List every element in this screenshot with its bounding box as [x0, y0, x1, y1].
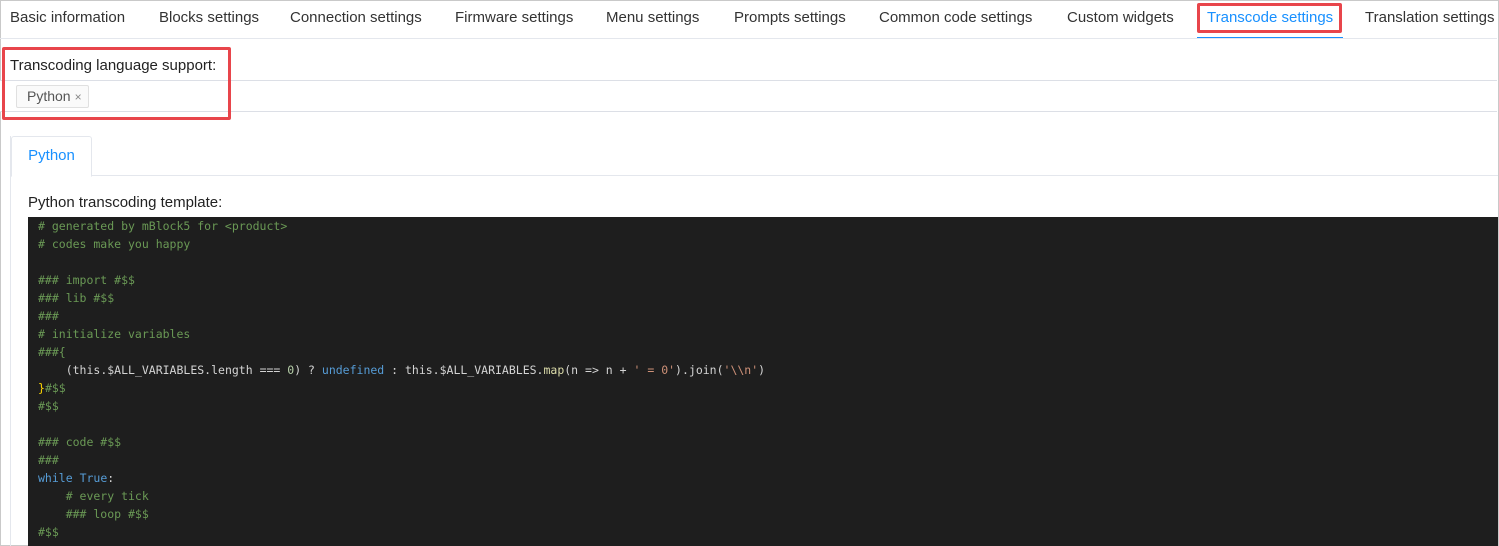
code-line-4: ### import #$$ [38, 273, 135, 287]
tab-menu-settings[interactable]: Menu settings [606, 0, 699, 38]
code-line-1: # generated by mBlock5 for <product> [38, 219, 288, 233]
tab-connection-settings[interactable]: Connection settings [290, 0, 422, 38]
tab-common-code-settings[interactable]: Common code settings [879, 0, 1032, 38]
tab-custom-widgets[interactable]: Custom widgets [1067, 0, 1174, 38]
code-line-6: ### [38, 309, 59, 323]
code-line-15: while True: [38, 471, 115, 485]
language-panel: Python Python transcoding template: # ge… [10, 136, 1498, 546]
code-line-13: ### code #$$ [38, 435, 122, 449]
tab-blocks-settings[interactable]: Blocks settings [159, 0, 259, 38]
code-line-9: (this.$ALL_VARIABLES.length === 0) ? und… [65, 363, 766, 377]
settings-tab-bar: Basic information Blocks settings Connec… [0, 0, 1497, 39]
code-editor[interactable]: # generated by mBlock5 for <product> # c… [28, 217, 1498, 546]
tab-transcode-settings[interactable]: Transcode settings [1196, 0, 1344, 38]
remove-tag-icon[interactable]: × [75, 87, 82, 108]
code-line-17: ### loop #$$ [38, 507, 149, 521]
code-line-8: ###{ [38, 345, 66, 359]
template-label: Python transcoding template: [28, 194, 223, 211]
language-support-label: Transcoding language support: [10, 57, 217, 74]
code-line-2: # codes make you happy [38, 237, 191, 251]
tab-basic-information[interactable]: Basic information [10, 0, 125, 38]
tab-translation-settings[interactable]: Translation settings [1365, 0, 1495, 38]
tab-python[interactable]: Python [11, 136, 92, 177]
code-line-7: # initialize variables [38, 327, 191, 341]
code-line-11: #$$ [38, 399, 59, 413]
code-line-16: # every tick [38, 489, 149, 503]
tab-firmware-settings[interactable]: Firmware settings [455, 0, 573, 38]
language-tab-bar: Python [11, 136, 1498, 177]
tab-prompts-settings[interactable]: Prompts settings [734, 0, 846, 38]
code-line-18: #$$ [38, 525, 59, 539]
language-multiselect[interactable]: Python × [0, 80, 1497, 112]
code-line-14: ### [38, 453, 59, 467]
language-tag-label: Python [27, 88, 71, 104]
code-line-10: }#$$ [38, 381, 66, 395]
code-line-5: ### lib #$$ [38, 291, 115, 305]
language-tag-python: Python × [16, 85, 89, 108]
